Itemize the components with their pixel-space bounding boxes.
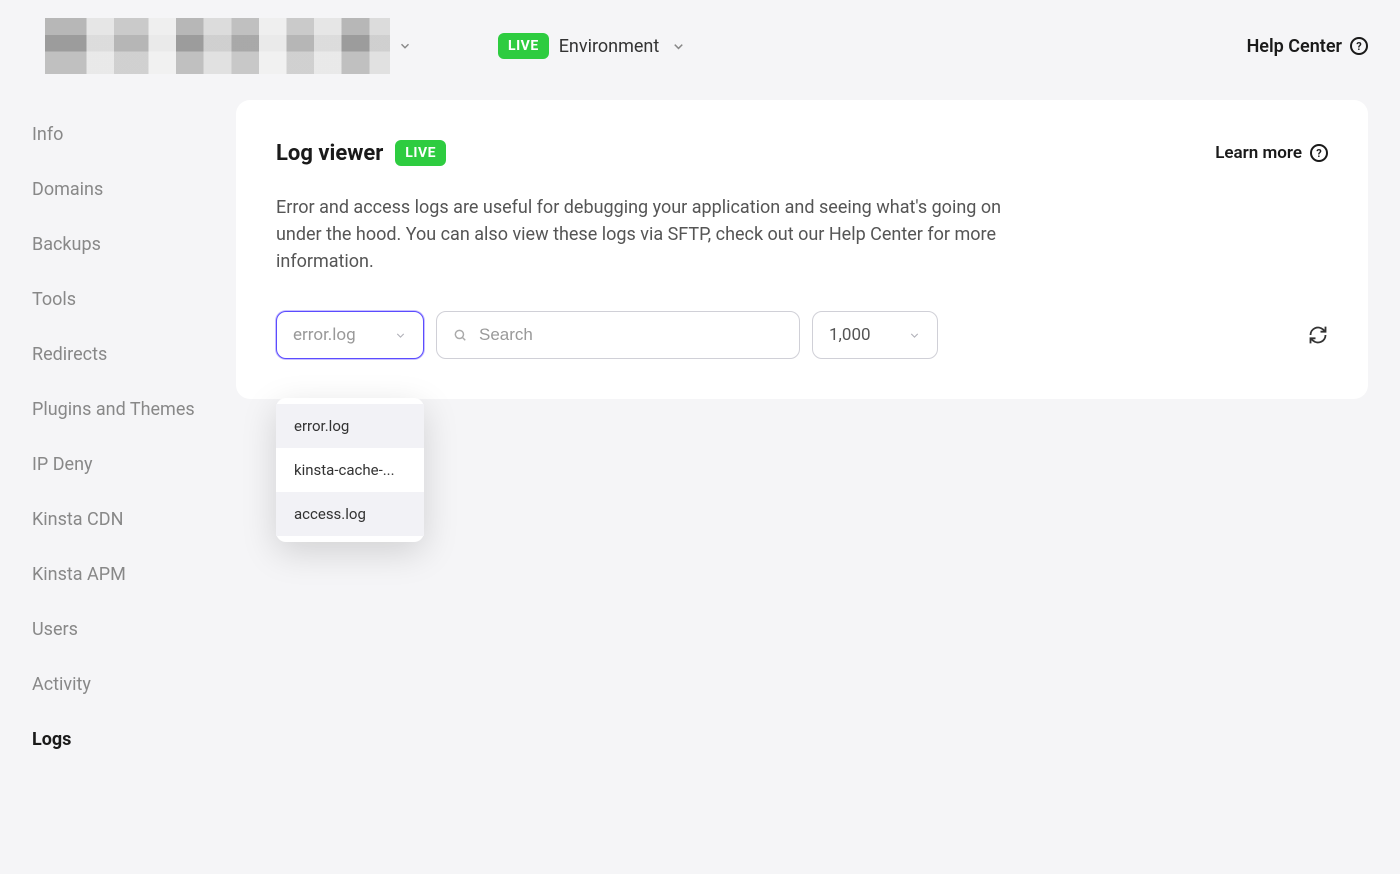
sidebar-item-redirects[interactable]: Redirects bbox=[32, 344, 236, 365]
chevron-down-icon bbox=[908, 329, 921, 342]
page-title: Log viewer bbox=[276, 141, 383, 166]
dropdown-option-kinsta-cache[interactable]: kinsta-cache-... bbox=[276, 448, 424, 492]
sidebar-item-ip-deny[interactable]: IP Deny bbox=[32, 454, 236, 475]
refresh-button[interactable] bbox=[1308, 325, 1328, 345]
controls-row: error.log 1,000 bbox=[276, 311, 1328, 359]
sidebar-item-kinsta-apm[interactable]: Kinsta APM bbox=[32, 564, 236, 585]
environment-label: Environment bbox=[559, 36, 660, 57]
topbar: LIVE Environment Help Center ? bbox=[0, 0, 1400, 92]
log-file-dropdown: error.log kinsta-cache-... access.log bbox=[276, 398, 424, 542]
environment-selector[interactable]: LIVE Environment bbox=[498, 33, 686, 59]
log-select-value: error.log bbox=[293, 325, 356, 345]
search-box[interactable] bbox=[436, 311, 800, 359]
sidebar-item-info[interactable]: Info bbox=[32, 124, 236, 145]
learn-more-label: Learn more bbox=[1215, 143, 1302, 163]
sidebar-item-plugins-themes[interactable]: Plugins and Themes bbox=[32, 399, 236, 420]
learn-more-link[interactable]: Learn more ? bbox=[1215, 143, 1328, 163]
search-icon bbox=[453, 328, 467, 342]
sidebar-item-tools[interactable]: Tools bbox=[32, 289, 236, 310]
chevron-down-icon bbox=[398, 39, 412, 53]
panel-description: Error and access logs are useful for deb… bbox=[276, 194, 1016, 275]
help-center-label: Help Center bbox=[1247, 36, 1342, 57]
chevron-down-icon bbox=[671, 39, 686, 54]
sidebar: Info Domains Backups Tools Redirects Plu… bbox=[0, 92, 236, 842]
dropdown-option-access-log[interactable]: access.log bbox=[276, 492, 424, 536]
sidebar-item-kinsta-cdn[interactable]: Kinsta CDN bbox=[32, 509, 236, 530]
chevron-down-icon bbox=[394, 329, 407, 342]
help-icon: ? bbox=[1310, 144, 1328, 162]
count-select-value: 1,000 bbox=[829, 325, 871, 345]
sidebar-item-domains[interactable]: Domains bbox=[32, 179, 236, 200]
live-badge: LIVE bbox=[395, 140, 446, 166]
log-file-select[interactable]: error.log bbox=[276, 311, 424, 359]
help-center-link[interactable]: Help Center ? bbox=[1247, 36, 1368, 57]
live-badge: LIVE bbox=[498, 33, 549, 59]
dropdown-option-error-log[interactable]: error.log bbox=[276, 404, 424, 448]
sidebar-item-users[interactable]: Users bbox=[32, 619, 236, 640]
site-selector[interactable] bbox=[32, 18, 412, 74]
row-count-select[interactable]: 1,000 bbox=[812, 311, 938, 359]
panel-header: Log viewer LIVE Learn more ? bbox=[276, 140, 1328, 166]
sidebar-item-activity[interactable]: Activity bbox=[32, 674, 236, 695]
sidebar-item-backups[interactable]: Backups bbox=[32, 234, 236, 255]
site-name-redacted bbox=[45, 18, 390, 74]
refresh-icon bbox=[1308, 325, 1328, 345]
main-panel: Log viewer LIVE Learn more ? Error and a… bbox=[236, 100, 1368, 399]
help-icon: ? bbox=[1350, 37, 1368, 55]
sidebar-item-logs[interactable]: Logs bbox=[32, 729, 236, 750]
search-input[interactable] bbox=[479, 325, 783, 345]
